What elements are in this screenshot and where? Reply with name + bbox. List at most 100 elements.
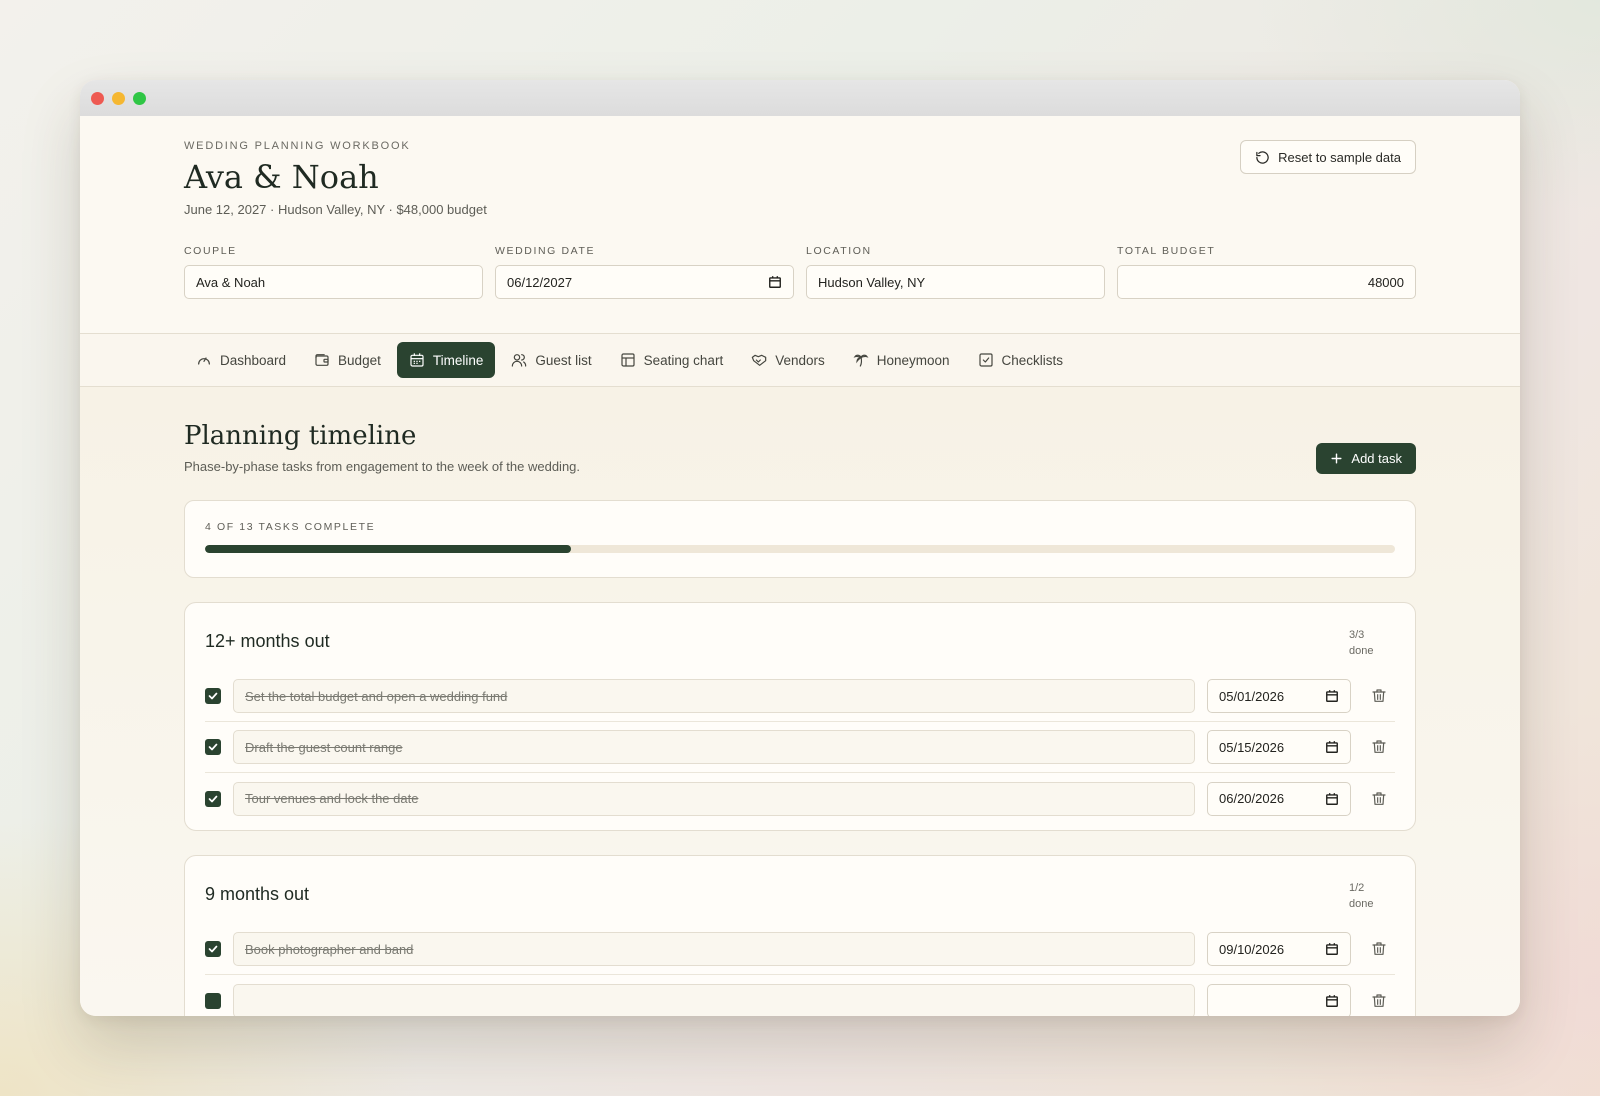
couple-value: Ava & Noah	[196, 274, 266, 290]
palm-tree-icon	[853, 354, 869, 367]
wedding-date-input[interactable]: 06/12/2027	[495, 265, 794, 299]
task-date: 05/01/2026	[1219, 688, 1285, 704]
handshake-icon	[751, 354, 767, 366]
tab-honeymoon[interactable]: Honeymoon	[841, 342, 962, 378]
progress-label: 4 OF 13 TASKS COMPLETE	[205, 521, 376, 533]
timeline-panel: Planning timeline Phase-by-phase tasks f…	[80, 387, 1520, 1016]
calendar-picker-icon[interactable]	[1325, 942, 1339, 956]
task-text-input[interactable]	[233, 983, 1195, 1016]
calendar-picker-icon[interactable]	[1325, 689, 1339, 703]
task-text-input[interactable]: Book photographer and band	[233, 932, 1195, 966]
phase-count-suffix: done	[1349, 898, 1374, 910]
check-icon	[208, 692, 218, 700]
task-done-checkbox[interactable]	[205, 941, 221, 957]
calendar-picker-icon[interactable]	[768, 275, 782, 289]
task-text-input[interactable]: Tour venues and lock the date	[233, 781, 1195, 816]
task-done-checkbox[interactable]	[205, 992, 221, 1009]
task-text-input[interactable]: Draft the guest count range	[233, 730, 1195, 764]
reset-label: Reset to sample data	[1278, 149, 1401, 165]
location-field: LOCATION Hudson Valley, NY	[806, 245, 1105, 299]
delete-task-button[interactable]	[1363, 688, 1395, 704]
checkbox-icon	[978, 353, 993, 367]
summary-line: June 12, 2027 · Hudson Valley, NY · $48,…	[184, 202, 487, 217]
wedding-date-field: WEDDING DATE 06/12/2027	[495, 245, 794, 299]
phase-count-value: 3/3	[1349, 629, 1365, 641]
location-value: Hudson Valley, NY	[818, 274, 926, 290]
delete-task-button[interactable]	[1363, 739, 1395, 755]
delete-task-button[interactable]	[1363, 993, 1395, 1009]
phase-header: 12+ months out 3/3 done	[205, 627, 1395, 659]
phase-list: 12+ months out 3/3 done Set the total bu…	[184, 602, 1416, 1016]
phase-header: 9 months out 1/2 done	[205, 880, 1395, 912]
section-header: Planning timeline Phase-by-phase tasks f…	[184, 421, 1416, 474]
tab-label: Budget	[338, 352, 381, 368]
add-task-label: Add task	[1351, 451, 1402, 466]
task-date-input[interactable]: 09/10/2026	[1207, 932, 1351, 966]
check-icon	[208, 945, 218, 953]
delete-task-button[interactable]	[1363, 791, 1395, 807]
tab-checklists[interactable]: Checklists	[966, 342, 1076, 378]
phase-card: 9 months out 1/2 done Book photographer …	[184, 855, 1416, 1016]
task-text: Book photographer and band	[245, 941, 414, 957]
trash-icon	[1372, 689, 1386, 702]
tab-vendors[interactable]: Vendors	[739, 342, 837, 378]
field-label: COUPLE	[184, 245, 237, 257]
trash-icon	[1372, 791, 1386, 805]
progress-track	[205, 545, 1395, 553]
task-row	[205, 975, 1395, 1016]
task-row: Book photographer and band 09/10/2026	[205, 924, 1395, 975]
tab-guest-list[interactable]: Guest list	[499, 342, 603, 378]
task-text: Set the total budget and open a wedding …	[245, 688, 508, 704]
add-task-button[interactable]: Add task	[1316, 443, 1416, 474]
wedding-fields: COUPLE Ava & Noah WEDDING DATE 06/12/202…	[184, 245, 1416, 299]
tab-budget[interactable]: Budget	[302, 342, 393, 378]
reset-icon	[1256, 150, 1269, 164]
field-label: LOCATION	[806, 245, 872, 257]
task-text-input[interactable]: Set the total budget and open a wedding …	[233, 679, 1195, 713]
task-date-input[interactable]: 05/15/2026	[1207, 730, 1351, 764]
phase-count-value: 1/2	[1349, 882, 1365, 894]
location-input[interactable]: Hudson Valley, NY	[806, 265, 1105, 299]
tab-timeline[interactable]: Timeline	[396, 342, 496, 378]
page-title: Ava & Noah	[184, 158, 379, 196]
tab-dashboard[interactable]: Dashboard	[184, 342, 298, 378]
check-icon	[208, 795, 218, 802]
phase-card: 12+ months out 3/3 done Set the total bu…	[184, 602, 1416, 831]
delete-task-button[interactable]	[1363, 941, 1395, 957]
calendar-picker-icon[interactable]	[1325, 740, 1339, 754]
trash-icon	[1372, 993, 1386, 1007]
calendar-picker-icon[interactable]	[1325, 994, 1339, 1008]
tab-seating-chart[interactable]: Seating chart	[608, 342, 736, 378]
total-budget-input[interactable]: 48000	[1117, 265, 1416, 299]
task-text: Draft the guest count range	[245, 739, 403, 755]
app-window: WEDDING PLANNING WORKBOOK Ava & Noah Jun…	[80, 80, 1520, 1016]
task-done-checkbox[interactable]	[205, 790, 221, 807]
task-date-input[interactable]: 05/01/2026	[1207, 679, 1351, 713]
calendar-icon	[410, 353, 424, 367]
plus-icon	[1331, 453, 1342, 464]
couple-input[interactable]: Ava & Noah	[184, 265, 483, 299]
total-budget-field: TOTAL BUDGET 48000	[1117, 245, 1416, 299]
task-date-input[interactable]	[1207, 983, 1351, 1016]
wedding-date-value: 06/12/2027	[507, 274, 573, 290]
calendar-picker-icon[interactable]	[1325, 792, 1339, 806]
task-done-checkbox[interactable]	[205, 688, 221, 704]
minimize-window-button[interactable]	[112, 91, 125, 105]
check-icon	[208, 743, 218, 751]
close-window-button[interactable]	[91, 91, 104, 105]
eyebrow-label: WEDDING PLANNING WORKBOOK	[184, 140, 411, 152]
tab-label: Guest list	[535, 352, 592, 368]
tab-label: Timeline	[432, 352, 484, 368]
reset-sample-data-button[interactable]: Reset to sample data	[1240, 140, 1416, 174]
users-icon	[512, 354, 527, 367]
field-label: TOTAL BUDGET	[1117, 245, 1216, 257]
task-done-checkbox[interactable]	[205, 739, 221, 755]
gauge-icon	[198, 357, 210, 365]
task-date: 05/15/2026	[1219, 739, 1285, 755]
task-row: Set the total budget and open a wedding …	[205, 671, 1395, 722]
task-date-input[interactable]: 06/20/2026	[1207, 781, 1351, 816]
tab-label: Dashboard	[220, 352, 287, 368]
maximize-window-button[interactable]	[133, 91, 146, 105]
title-bar	[80, 80, 1520, 116]
tab-label: Vendors	[775, 352, 825, 368]
